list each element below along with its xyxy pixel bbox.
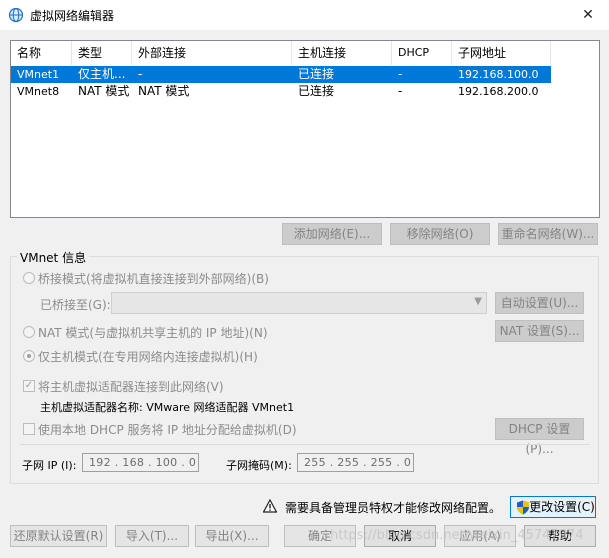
cell-type: NAT 模式 xyxy=(78,84,130,98)
cell-type: 仅主机... xyxy=(78,67,126,81)
column-header-host[interactable]: 主机连接 xyxy=(292,41,392,65)
vmnet-info-group xyxy=(10,256,599,484)
table-row[interactable]: VMnet8 NAT 模式 NAT 模式 已连接 - 192.168.200.0 xyxy=(11,83,551,100)
cell-name: VMnet8 xyxy=(17,85,60,98)
divider xyxy=(20,444,590,445)
column-header-type[interactable]: 类型 xyxy=(72,41,132,65)
title-bar: 虚拟网络编辑器 ✕ xyxy=(0,0,609,30)
remove-network-button[interactable]: 移除网络(O) xyxy=(390,223,490,245)
bridged-to-label: 已桥接至(G): xyxy=(40,298,111,312)
host-only-mode-radio[interactable] xyxy=(23,350,35,362)
export-button[interactable]: 导出(X)... xyxy=(195,525,269,547)
vmnet-info-label: VMnet 信息 xyxy=(17,249,90,266)
cell-subnet: 192.168.200.0 xyxy=(458,85,539,98)
close-icon: ✕ xyxy=(582,7,594,23)
cell-subnet: 192.168.100.0 xyxy=(458,68,539,81)
column-header-name[interactable]: 名称 xyxy=(11,41,72,65)
subnet-mask-input[interactable]: 255 . 255 . 255 . 0 xyxy=(297,453,414,472)
column-header-external[interactable]: 外部连接 xyxy=(132,41,292,65)
change-settings-label: 更改设置(C) xyxy=(529,500,595,514)
cell-host: 已连接 xyxy=(298,84,335,98)
subnet-mask-label: 子网掩码(M): xyxy=(226,459,292,472)
host-only-mode-label: 仅主机模式(在专用网络内连接虚拟机)(H) xyxy=(38,350,258,364)
subnet-ip-label: 子网 IP (I): xyxy=(22,459,77,472)
column-header-subnet[interactable]: 子网地址 xyxy=(452,41,551,65)
bridged-to-select[interactable]: ▼ xyxy=(111,292,487,314)
auto-settings-button[interactable]: 自动设置(U)... xyxy=(495,292,584,314)
column-header-dhcp[interactable]: DHCP xyxy=(392,41,452,65)
admin-notice-text: 需要具备管理员特权才能修改网络配置。 xyxy=(285,501,502,515)
table-row[interactable]: VMnet1 仅主机... - 已连接 - 192.168.100.0 xyxy=(11,66,551,83)
shield-icon xyxy=(517,500,529,515)
adapter-name-label: 主机虚拟适配器名称: VMware 网络适配器 VMnet1 xyxy=(40,401,295,414)
warning-icon xyxy=(263,499,277,513)
network-globe-icon xyxy=(8,7,24,23)
dhcp-settings-button[interactable]: DHCP 设置(P)... xyxy=(495,418,584,456)
chevron-down-icon: ▼ xyxy=(474,296,482,307)
cell-dhcp: - xyxy=(398,84,403,98)
restore-defaults-button[interactable]: 还原默认设置(R) xyxy=(10,525,107,547)
bridge-mode-radio[interactable] xyxy=(23,272,35,284)
use-dhcp-label: 使用本地 DHCP 服务将 IP 地址分配给虚拟机(D) xyxy=(38,423,297,437)
add-network-button[interactable]: 添加网络(E)... xyxy=(282,223,382,245)
network-table[interactable]: 名称 类型 外部连接 主机连接 DHCP 子网地址 VMnet1 仅主机... … xyxy=(10,40,600,218)
cell-external: NAT 模式 xyxy=(138,84,190,98)
rename-network-button[interactable]: 重命名网络(W)... xyxy=(498,223,598,245)
nat-settings-button[interactable]: NAT 设置(S)... xyxy=(495,320,584,342)
import-button[interactable]: 导入(T)... xyxy=(115,525,189,547)
change-settings-button[interactable]: 更改设置(C) xyxy=(510,496,596,518)
connect-adapter-label: 将主机虚拟适配器连接到此网络(V) xyxy=(38,380,224,394)
nat-mode-label: NAT 模式(与虚拟机共享主机的 IP 地址)(N) xyxy=(38,326,268,340)
subnet-ip-input[interactable]: 192 . 168 . 100 . 0 xyxy=(82,453,199,472)
cell-external: - xyxy=(138,67,143,81)
cell-host: 已连接 xyxy=(298,67,335,81)
cell-name: VMnet1 xyxy=(17,68,60,81)
nat-mode-radio[interactable] xyxy=(23,326,35,338)
window-title: 虚拟网络编辑器 xyxy=(30,9,115,23)
bridge-mode-label: 桥接模式(将虚拟机直接连接到外部网络)(B) xyxy=(38,272,269,286)
use-dhcp-checkbox[interactable] xyxy=(23,423,35,435)
cell-dhcp: - xyxy=(398,67,403,81)
close-button[interactable]: ✕ xyxy=(578,5,598,25)
connect-adapter-checkbox[interactable]: ✓ xyxy=(23,380,35,392)
watermark: https://blog.csdn.net/weixin_45747974 xyxy=(330,528,584,543)
